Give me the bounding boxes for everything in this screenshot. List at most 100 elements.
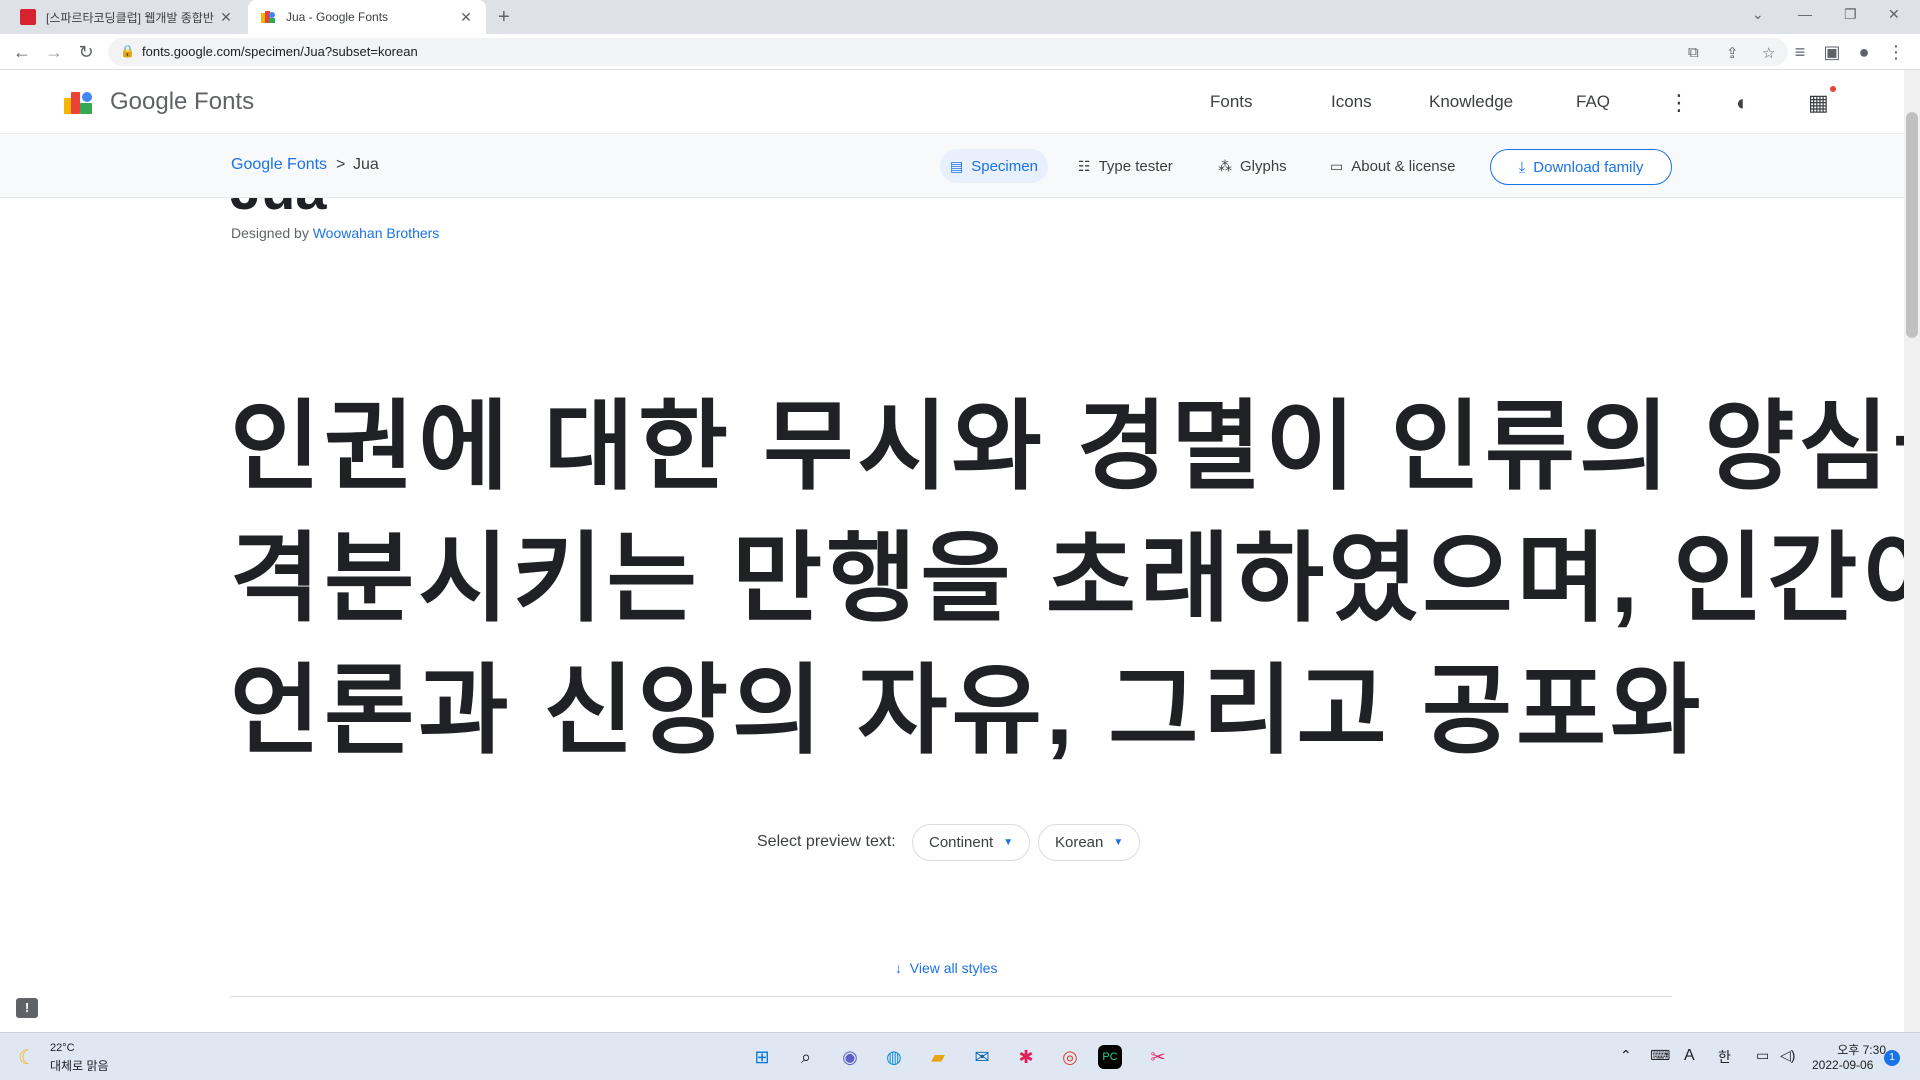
new-tab-icon[interactable]: + (498, 6, 510, 29)
network-icon[interactable]: ▭ (1756, 1047, 1769, 1064)
volume-icon[interactable]: ◁) (1780, 1047, 1795, 1064)
chat-icon[interactable]: ◉ (834, 1041, 866, 1073)
browser-tab-active[interactable]: Jua - Google Fonts ✕ (248, 0, 486, 34)
weather-moon-icon[interactable]: ☾ (18, 1045, 36, 1070)
arrow-down-icon: ↓ (895, 960, 902, 976)
slack-icon[interactable]: ✱ (1010, 1041, 1042, 1073)
breadcrumb-separator: > (336, 156, 346, 173)
more-vert-icon[interactable]: ⋮ (1668, 90, 1690, 116)
designer-link[interactable]: Woowahan Brothers (313, 225, 440, 241)
specimen-subnav: Google Fonts > Jua ▤ Specimen ☷ Type teste… (0, 134, 1904, 198)
ime-mode[interactable]: A (1684, 1047, 1695, 1065)
close-tab-icon[interactable]: ✕ (458, 9, 474, 26)
chrome-menu-icon[interactable]: ⋮ (1884, 40, 1908, 64)
download-family-button[interactable]: ⤓ Download family (1490, 149, 1672, 185)
windows-taskbar: ☾ 22°C 대체로 맑음 ⊞ ⌕ ◉ ◍ ▰ ✉ ✱ ◎ PC ✂ ⌃ ⌨ A… (0, 1032, 1920, 1080)
tab-glyphs[interactable]: ⁂ Glyphs (1208, 149, 1297, 183)
start-icon[interactable]: ⊞ (746, 1041, 778, 1073)
designed-by-label: Designed by (231, 225, 309, 241)
bookmark-star-icon[interactable]: ☆ (1762, 44, 1775, 62)
nav-knowledge[interactable]: Knowledge (1429, 92, 1513, 112)
window-close-icon[interactable]: ✕ (1888, 6, 1900, 23)
sparta-favicon-icon (20, 9, 36, 25)
google-fonts-logo-icon[interactable] (64, 90, 94, 114)
close-tab-icon[interactable]: ✕ (218, 9, 234, 26)
tab-label: Type tester (1098, 157, 1173, 175)
tab-label: Specimen (971, 157, 1038, 175)
weather-desc[interactable]: 대체로 맑음 (50, 1057, 109, 1074)
language-dropdown[interactable]: Korean ▼ (1038, 824, 1141, 861)
pycharm-icon[interactable]: PC (1098, 1045, 1122, 1069)
clock-time[interactable]: 오후 7:30 (1826, 1041, 1886, 1058)
tab-label: Glyphs (1240, 157, 1287, 175)
reading-list-icon[interactable]: ≡ (1788, 40, 1812, 64)
site-header: Google Fonts Fonts Icons Knowledge FAQ ⋮… (0, 70, 1904, 134)
weather-temp[interactable]: 22°C (50, 1042, 75, 1054)
mail-icon[interactable]: ✉ (966, 1041, 998, 1073)
tray-expand-icon[interactable]: ⌃ (1620, 1047, 1632, 1064)
continent-dropdown[interactable]: Continent ▼ (912, 824, 1031, 861)
feedback-icon[interactable]: ! (16, 998, 38, 1018)
divider (230, 996, 1672, 997)
share-icon[interactable]: ⇪ (1726, 44, 1739, 62)
edge-icon[interactable]: ◍ (878, 1041, 910, 1073)
preview-text[interactable]: 인권에 대한 무시와 경멸이 인류의 양심을 격분시키는 만행을 초래하였으며,… (230, 380, 1920, 776)
clock-date[interactable]: 2022-09-06 (1812, 1058, 1873, 1072)
keyboard-icon[interactable]: ⌨ (1650, 1047, 1670, 1064)
nav-fonts[interactable]: Fonts (1210, 92, 1253, 112)
back-icon[interactable]: ← (10, 40, 34, 64)
tab-search-icon[interactable]: ⌄ (1752, 6, 1764, 23)
preview-text-selector: Select preview text: Continent ▼ Korean … (0, 824, 1904, 862)
brand-name[interactable]: Google Fonts (110, 88, 254, 116)
tab-type-tester[interactable]: ☷ Type tester (1068, 149, 1183, 183)
glyphs-icon: ⁂ (1218, 157, 1232, 174)
side-panel-icon[interactable]: ▣ (1820, 40, 1844, 64)
dropdown-value: Continent (929, 834, 994, 851)
theme-toggle-icon[interactable]: ◐ (1736, 90, 1749, 116)
tab-title: [스파르타코딩클럽] 웹개발 종합반 (46, 10, 214, 25)
notification-badge[interactable]: 1 (1884, 1050, 1900, 1066)
translate-icon[interactable]: ⧉ (1688, 44, 1699, 61)
lock-icon[interactable]: 🔒 (120, 44, 135, 58)
tab-specimen[interactable]: ▤ Specimen (940, 149, 1048, 183)
select-preview-label: Select preview text: (757, 833, 896, 850)
download-label: Download family (1533, 158, 1644, 176)
address-bar[interactable]: 🔒 fonts.google.com/specimen/Jua?subset=k… (108, 38, 1788, 66)
preview-line: 언론과 신앙의 자유, 그리고 공포와 (230, 655, 1705, 765)
url-text[interactable]: fonts.google.com/specimen/Jua?subset=kor… (142, 44, 418, 59)
scrollbar-thumb[interactable] (1906, 112, 1918, 338)
view-all-label: View all styles (909, 960, 998, 976)
dropdown-value: Korean (1055, 834, 1104, 851)
search-icon[interactable]: ⌕ (790, 1041, 822, 1073)
tab-label: About & license (1351, 157, 1456, 175)
browser-toolbar: ← → ↻ 🔒 fonts.google.com/specimen/Jua?su… (0, 34, 1920, 70)
caret-down-icon: ▼ (1113, 837, 1124, 848)
article-icon: ▭ (1330, 157, 1344, 174)
view-all-styles-link[interactable]: ↓ View all styles (895, 960, 997, 976)
google-fonts-favicon-icon (261, 11, 275, 23)
designer-credit: Designed by Woowahan Brothers (231, 225, 439, 241)
download-icon: ⤓ (1518, 158, 1526, 176)
preview-line: 격분시키는 만행을 초래하였으며, 인간이 (230, 523, 1920, 633)
forward-icon[interactable]: → (42, 40, 66, 64)
snipping-tool-icon[interactable]: ✂ (1142, 1041, 1174, 1073)
caret-down-icon: ▼ (1003, 837, 1014, 848)
tab-title: Jua - Google Fonts (286, 10, 389, 24)
minimize-icon[interactable]: — (1798, 6, 1812, 22)
browser-tab[interactable]: [스파르타코딩클럽] 웹개발 종합반 ✕ (8, 0, 246, 34)
browser-tab-strip: [스파르타코딩클럽] 웹개발 종합반 ✕ Jua - Google Fonts … (0, 0, 1920, 34)
profile-avatar-icon[interactable]: ● (1852, 40, 1876, 64)
ime-language[interactable]: 한 (1718, 1047, 1731, 1067)
breadcrumb-current: Jua (353, 156, 379, 173)
nav-faq[interactable]: FAQ (1576, 92, 1610, 112)
chrome-icon[interactable]: ◎ (1054, 1041, 1086, 1073)
breadcrumb-root[interactable]: Google Fonts (231, 156, 327, 174)
preview-line: 인권에 대한 무시와 경멸이 인류의 양심을 (230, 391, 1920, 501)
nav-icons[interactable]: Icons (1331, 92, 1372, 112)
apps-grid-icon[interactable]: ▦ (1808, 90, 1829, 116)
restore-icon[interactable]: ❐ (1844, 6, 1857, 23)
reload-icon[interactable]: ↻ (74, 40, 98, 64)
tab-about-license[interactable]: ▭ About & license (1320, 149, 1465, 183)
tune-icon: ☷ (1078, 157, 1091, 174)
file-explorer-icon[interactable]: ▰ (922, 1041, 954, 1073)
